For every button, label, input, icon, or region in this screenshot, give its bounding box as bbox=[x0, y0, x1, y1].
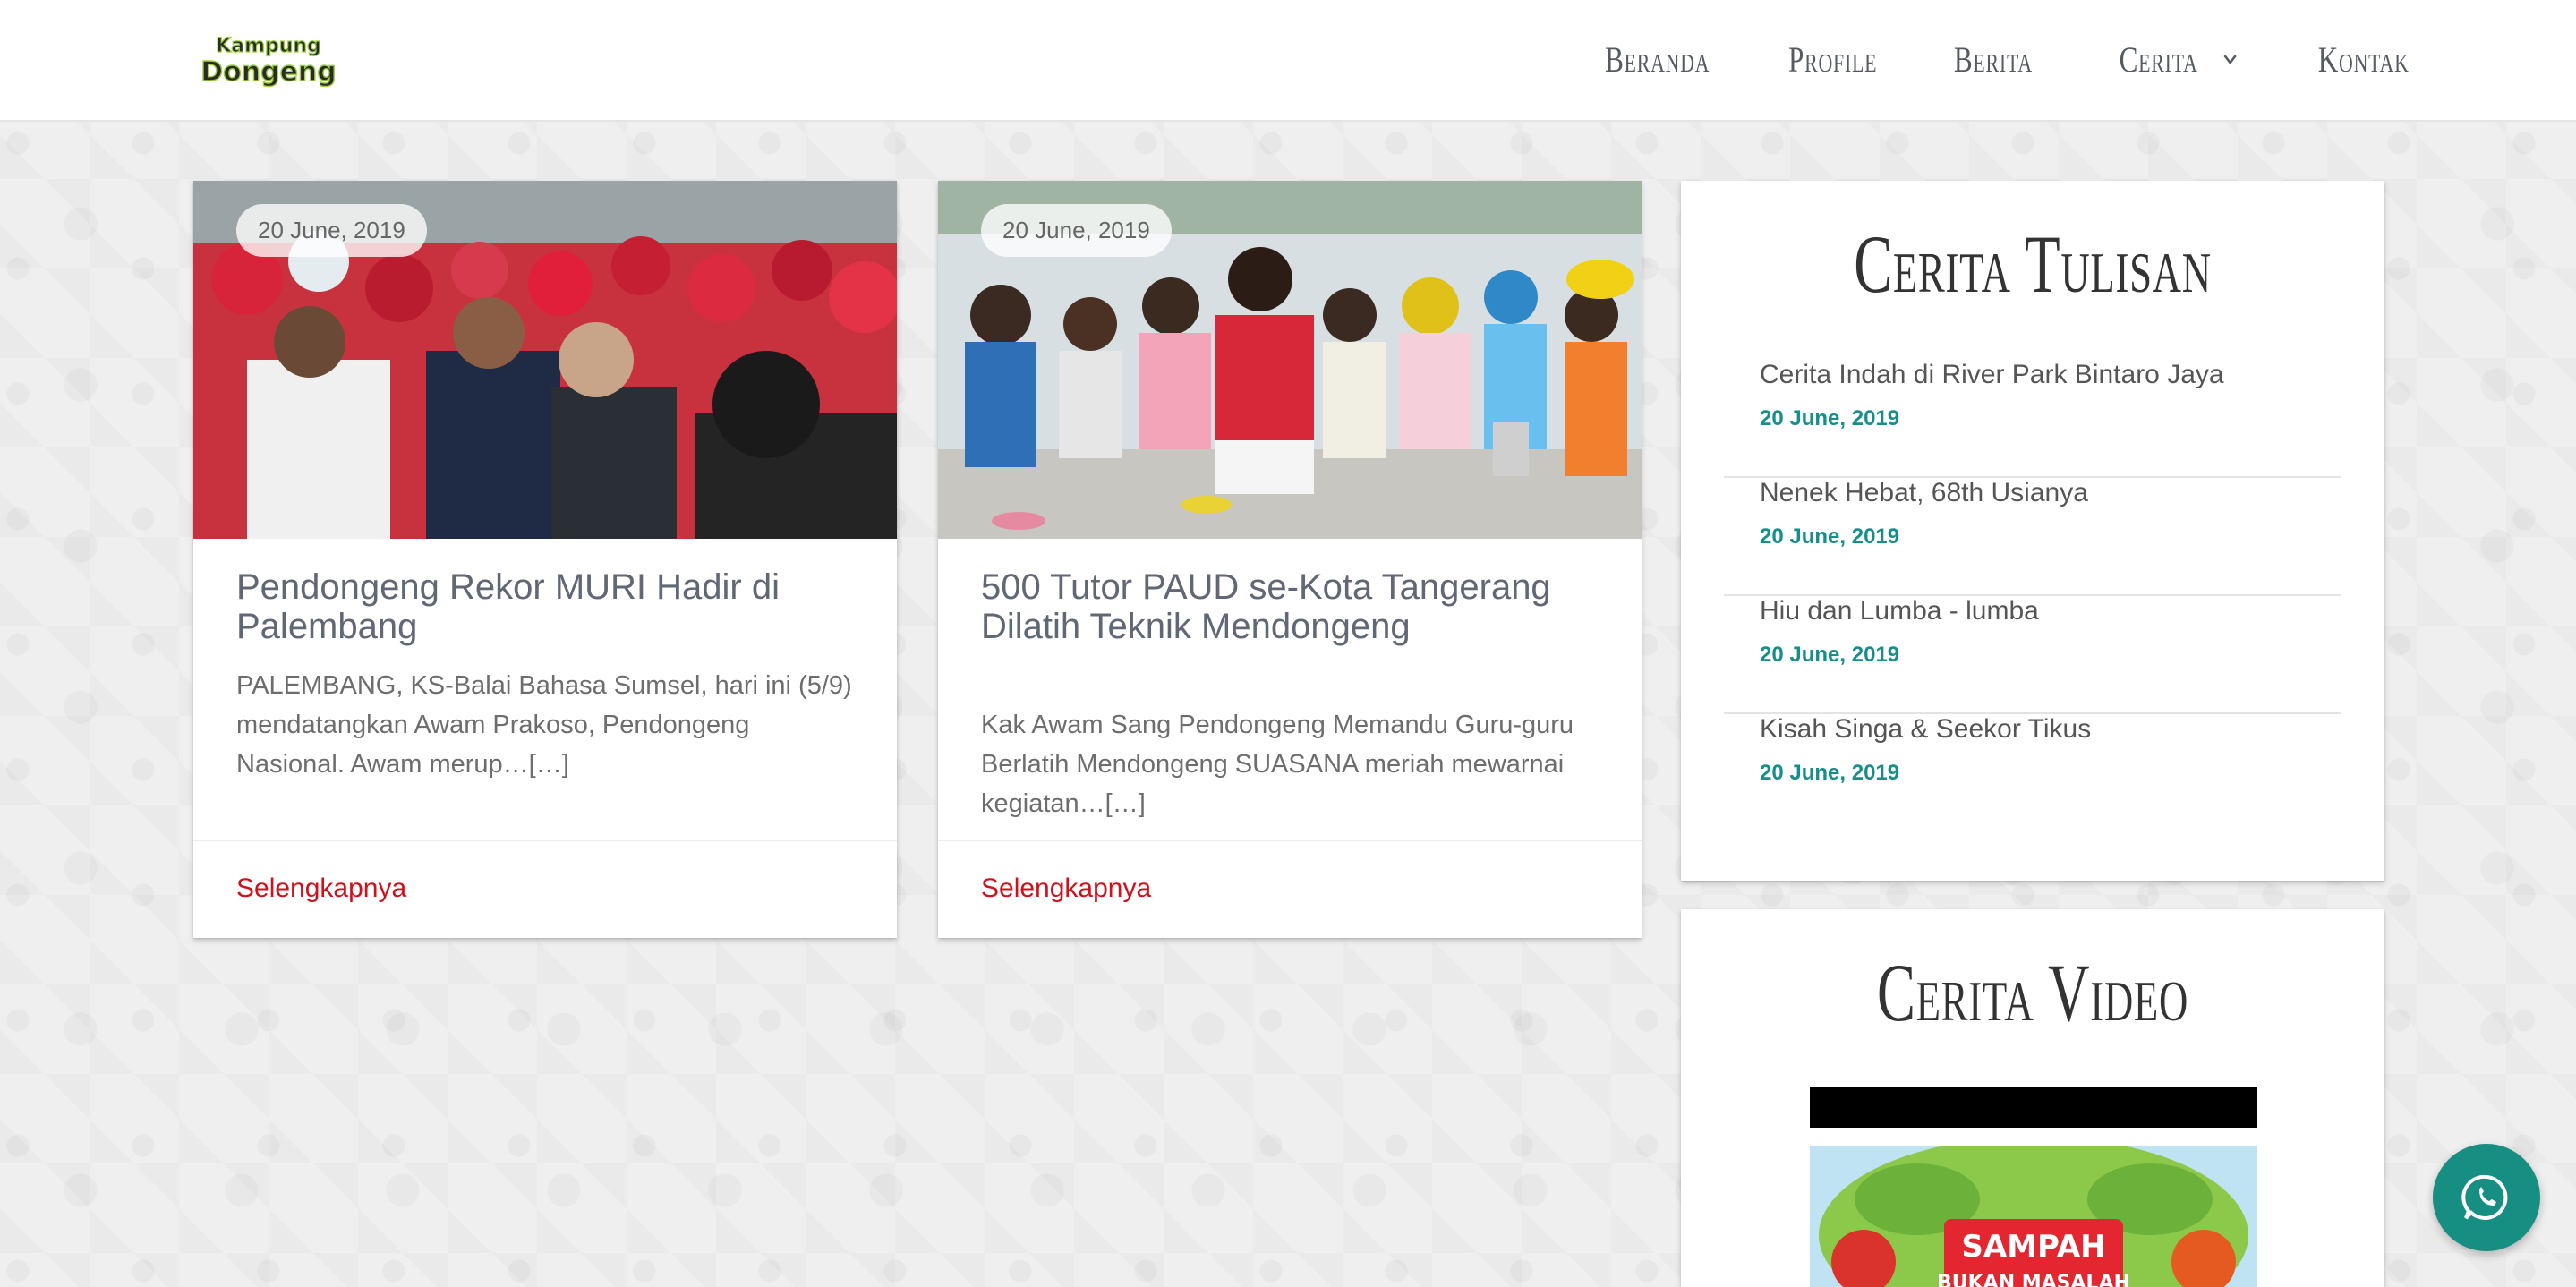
read-more-link[interactable]: Selengkapnya bbox=[236, 874, 406, 904]
list-item[interactable]: Nenek Hebat, 68th Usianya 20 June, 2019 bbox=[1724, 478, 2341, 596]
list-item-title[interactable]: Hiu dan Lumba - lumba bbox=[1760, 596, 2039, 626]
nav-profile[interactable]: Profile bbox=[1788, 38, 1877, 81]
nav-cerita[interactable]: Cerita bbox=[2120, 38, 2239, 81]
list-item[interactable]: Hiu dan Lumba - lumba 20 June, 2019 bbox=[1724, 596, 2341, 714]
post-card: 20 June, 2019 Pendongeng Rekor MURI Hadi… bbox=[193, 181, 897, 938]
list-item-title[interactable]: Nenek Hebat, 68th Usianya bbox=[1760, 478, 2088, 508]
nav-beranda[interactable]: Beranda bbox=[1605, 38, 1710, 81]
logo-graphic: Kampung Dongeng bbox=[200, 34, 337, 88]
whatsapp-button[interactable] bbox=[2433, 1144, 2540, 1251]
nav-profile-label: Profile bbox=[1788, 38, 1878, 80]
nav-beranda-label: Beranda bbox=[1605, 38, 1710, 80]
post-excerpt: Kak Awam Sang Pendongeng Memandu Guru-gu… bbox=[981, 711, 1574, 818]
post-date-badge: 20 June, 2019 bbox=[981, 204, 1172, 257]
main-nav: Beranda Profile Berita Cerita Kontak bbox=[1522, 32, 2410, 86]
widget-title: Cerita Video bbox=[1876, 947, 2189, 1038]
whatsapp-icon bbox=[2461, 1174, 2508, 1220]
site-logo[interactable]: Kampung Dongeng bbox=[188, 25, 349, 89]
nav-cerita-label: Cerita bbox=[2120, 38, 2199, 80]
video-title-bar[interactable] bbox=[1810, 1087, 2257, 1128]
thumb-line1: SAMPAH bbox=[1961, 1229, 2105, 1265]
list-item-title[interactable]: Kisah Singa & Seekor Tikus bbox=[1760, 714, 2091, 745]
list-item-date: 20 June, 2019 bbox=[1760, 406, 1900, 430]
card-divider bbox=[193, 840, 897, 841]
post-excerpt: PALEMBANG, KS-Balai Bahasa Sumsel, hari … bbox=[236, 671, 852, 779]
logo-line1: Kampung bbox=[216, 35, 321, 57]
written-stories-widget: Cerita Tulisan Cerita Indah di River Par… bbox=[1681, 181, 2384, 881]
list-item-date: 20 June, 2019 bbox=[1760, 761, 1900, 785]
nav-berita[interactable]: Berita bbox=[1953, 38, 2032, 81]
post-image[interactable]: 20 June, 2019 bbox=[193, 181, 897, 539]
thumb-line2: BUKAN MASALAH bbox=[1937, 1272, 2130, 1287]
post-title[interactable]: 500 Tutor PAUD se-Kota Tangerang Dilatih… bbox=[981, 567, 1608, 646]
list-item[interactable]: Cerita Indah di River Park Bintaro Jaya … bbox=[1724, 360, 2341, 478]
video-thumbnail[interactable]: SAMPAH BUKAN MASALAH bbox=[1810, 1146, 2257, 1287]
list-item[interactable]: Kisah Singa & Seekor Tikus 20 June, 2019 bbox=[1724, 714, 2341, 832]
card-divider bbox=[938, 840, 1642, 841]
list-item-title[interactable]: Cerita Indah di River Park Bintaro Jaya bbox=[1760, 360, 2224, 390]
read-more-link[interactable]: Selengkapnya bbox=[981, 874, 1151, 904]
nav-kontak[interactable]: Kontak bbox=[2318, 38, 2410, 81]
post-date-badge: 20 June, 2019 bbox=[236, 204, 427, 257]
widget-title: Cerita Tulisan bbox=[1854, 218, 2212, 310]
list-item-date: 20 June, 2019 bbox=[1760, 524, 1900, 549]
logo-line2: Dongeng bbox=[200, 56, 337, 88]
nav-berita-label: Berita bbox=[1953, 38, 2033, 80]
video-thumbnail-image: SAMPAH BUKAN MASALAH bbox=[1810, 1146, 2257, 1287]
post-title[interactable]: Pendongeng Rekor MURI Hadir di Palembang bbox=[236, 567, 863, 646]
site-header: Kampung Dongeng Beranda Profile Berita C… bbox=[0, 0, 2576, 122]
post-card: 20 June, 2019 500 Tutor PAUD se-Kota Tan… bbox=[938, 181, 1642, 938]
nav-kontak-label: Kontak bbox=[2318, 38, 2410, 80]
chevron-down-icon bbox=[2223, 54, 2238, 65]
list-item-date: 20 June, 2019 bbox=[1760, 643, 1900, 667]
post-image[interactable]: 20 June, 2019 bbox=[938, 181, 1642, 539]
video-stories-widget: Cerita Video SAMPAH BUKAN MASALAH bbox=[1681, 909, 2384, 1287]
